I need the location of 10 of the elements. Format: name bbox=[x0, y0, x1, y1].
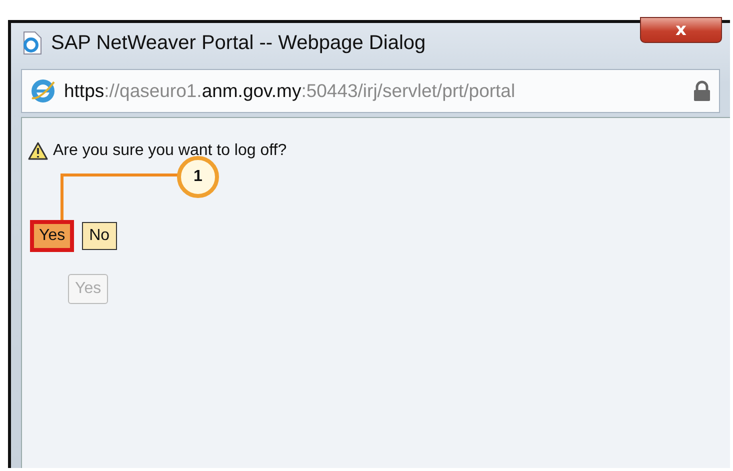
yes-button[interactable]: Yes bbox=[32, 222, 72, 250]
no-button[interactable]: No bbox=[82, 222, 117, 250]
page-icon bbox=[21, 31, 43, 55]
step-number: 1 bbox=[177, 156, 219, 198]
url-text: https://qaseuro1.anm.gov.my:50443/irj/servlet/prt/portal bbox=[64, 80, 516, 102]
lock-icon bbox=[693, 80, 711, 102]
window-title: SAP NetWeaver Portal -- Webpage Dialog bbox=[51, 32, 426, 54]
warning-icon bbox=[28, 142, 48, 160]
close-button[interactable]: x bbox=[640, 17, 722, 43]
browser-icon bbox=[30, 78, 56, 104]
